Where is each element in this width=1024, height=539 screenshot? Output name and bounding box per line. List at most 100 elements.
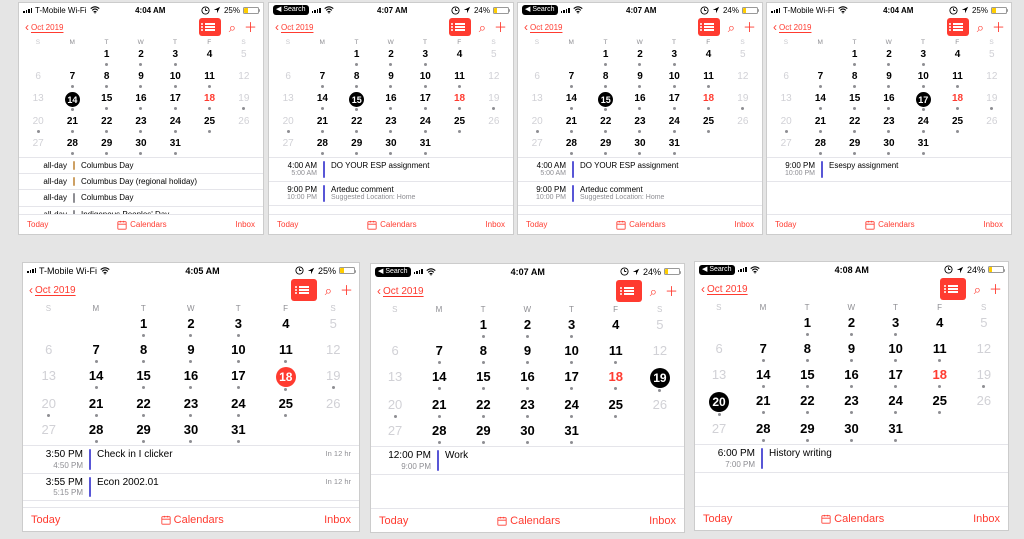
search-icon[interactable]: ⌕ <box>728 21 735 34</box>
event-row[interactable]: 12:00 PM9:00 PMWork <box>371 447 684 475</box>
day-cell[interactable]: 22 <box>838 115 872 133</box>
selected-day[interactable]: 15 <box>598 92 613 107</box>
day-cell[interactable]: 19 <box>638 368 682 392</box>
day-cell[interactable]: 10 <box>550 342 594 364</box>
calendars-button[interactable]: Calendars <box>821 513 884 525</box>
day-number[interactable]: 6 <box>391 342 398 360</box>
inbox-button[interactable]: Inbox <box>485 220 505 229</box>
day-number[interactable]: 21 <box>432 396 446 414</box>
day-cell[interactable]: 21 <box>803 115 837 133</box>
day-cell[interactable]: 23 <box>872 115 906 133</box>
day-number[interactable]: 27 <box>41 421 55 439</box>
day-number[interactable]: 31 <box>170 137 181 151</box>
day-cell[interactable]: 30 <box>124 137 158 155</box>
day-number[interactable]: 19 <box>326 367 340 385</box>
selected-day[interactable]: 15 <box>349 92 364 107</box>
day-cell[interactable]: 18 <box>940 92 974 111</box>
day-cell[interactable]: 17 <box>874 366 918 388</box>
day-number[interactable]: 5 <box>980 314 987 332</box>
day-number[interactable]: 30 <box>520 422 534 440</box>
day-cell[interactable]: 3 <box>550 316 594 338</box>
day-cell[interactable]: 4 <box>262 315 309 337</box>
selected-day[interactable]: 17 <box>916 92 931 107</box>
day-cell[interactable]: 7 <box>417 342 461 364</box>
day-cell[interactable] <box>769 48 803 66</box>
day-cell[interactable]: 29 <box>461 422 505 444</box>
day-cell[interactable]: 5 <box>638 316 682 338</box>
day-cell[interactable]: 11 <box>442 70 476 88</box>
day-number[interactable]: 22 <box>136 395 150 413</box>
day-number[interactable]: 8 <box>852 70 858 84</box>
day-number[interactable]: 19 <box>977 366 991 384</box>
day-number[interactable]: 10 <box>918 70 929 84</box>
day-number[interactable]: 7 <box>569 70 575 84</box>
day-cell[interactable]: 3 <box>158 48 192 66</box>
today-button[interactable]: Today <box>379 515 408 527</box>
day-number[interactable]: 2 <box>187 315 194 333</box>
day-number[interactable]: 18 <box>204 92 215 106</box>
day-number[interactable]: 26 <box>653 396 667 414</box>
day-cell[interactable]: 1 <box>461 316 505 338</box>
day-number[interactable]: 22 <box>849 115 860 129</box>
day-number[interactable]: 14 <box>89 367 103 385</box>
day-cell[interactable]: 28 <box>554 137 588 155</box>
back-to-app-pill[interactable]: ◀ Search <box>522 5 558 15</box>
day-number[interactable]: 28 <box>756 420 770 438</box>
day-number[interactable]: 26 <box>238 115 249 129</box>
day-cell[interactable]: 10 <box>158 70 192 88</box>
day-cell[interactable]: 11 <box>262 341 309 363</box>
day-cell[interactable]: 27 <box>697 420 741 442</box>
day-number[interactable]: 7 <box>93 341 100 359</box>
day-number[interactable]: 19 <box>488 92 499 106</box>
day-number[interactable]: 1 <box>140 315 147 333</box>
day-cell[interactable]: 16 <box>505 368 549 392</box>
day-number[interactable]: 1 <box>804 314 811 332</box>
day-number[interactable]: 21 <box>317 115 328 129</box>
day-number[interactable]: 31 <box>231 421 245 439</box>
day-cell[interactable]: 13 <box>697 366 741 388</box>
day-cell[interactable]: 13 <box>520 92 554 111</box>
day-number[interactable]: 23 <box>844 392 858 410</box>
day-cell[interactable]: 3 <box>408 48 442 66</box>
day-cell[interactable]: 24 <box>874 392 918 416</box>
day-cell[interactable]: 30 <box>167 421 214 443</box>
day-cell[interactable]: 24 <box>215 395 262 417</box>
day-cell[interactable]: 17 <box>158 92 192 111</box>
day-cell[interactable]: 25 <box>691 115 725 133</box>
day-cell[interactable]: 20 <box>373 396 417 418</box>
day-cell[interactable]: 27 <box>25 421 72 443</box>
back-button[interactable]: ‹Oct 2019 <box>701 283 748 295</box>
day-cell[interactable] <box>271 48 305 66</box>
day-cell[interactable]: 20 <box>21 115 55 133</box>
day-cell[interactable] <box>262 421 309 443</box>
day-number[interactable]: 1 <box>603 48 609 62</box>
day-cell[interactable]: 8 <box>340 70 374 88</box>
day-cell[interactable]: 26 <box>227 115 261 133</box>
day-number[interactable]: 11 <box>204 70 215 84</box>
day-number[interactable]: 13 <box>532 92 543 106</box>
day-cell[interactable] <box>594 422 638 444</box>
day-number[interactable]: 26 <box>986 115 997 129</box>
day-cell[interactable]: 22 <box>340 115 374 133</box>
view-toggle-button[interactable] <box>449 18 471 36</box>
add-event-button[interactable]: ＋ <box>743 21 756 34</box>
day-number[interactable]: 24 <box>888 392 902 410</box>
day-cell[interactable]: 29 <box>120 421 167 443</box>
day-number[interactable]: 18 <box>933 366 947 384</box>
day-cell[interactable]: 14 <box>803 92 837 111</box>
day-cell[interactable]: 1 <box>120 315 167 337</box>
day-number[interactable]: 3 <box>920 48 926 62</box>
day-cell[interactable]: 16 <box>374 92 408 111</box>
day-number[interactable]: 22 <box>351 115 362 129</box>
day-number[interactable]: 27 <box>712 420 726 438</box>
day-number[interactable]: 24 <box>918 115 929 129</box>
day-cell[interactable]: 4 <box>594 316 638 338</box>
event-row[interactable]: 9:00 PM10:00 PMEsespy assignment <box>767 158 1011 182</box>
day-cell[interactable] <box>638 422 682 444</box>
day-number[interactable]: 12 <box>977 340 991 358</box>
selected-day[interactable]: 14 <box>65 92 80 107</box>
search-icon[interactable]: ⌕ <box>977 21 984 34</box>
day-cell[interactable]: 2 <box>124 48 158 66</box>
day-cell[interactable]: 7 <box>554 70 588 88</box>
day-number[interactable]: 10 <box>420 70 431 84</box>
